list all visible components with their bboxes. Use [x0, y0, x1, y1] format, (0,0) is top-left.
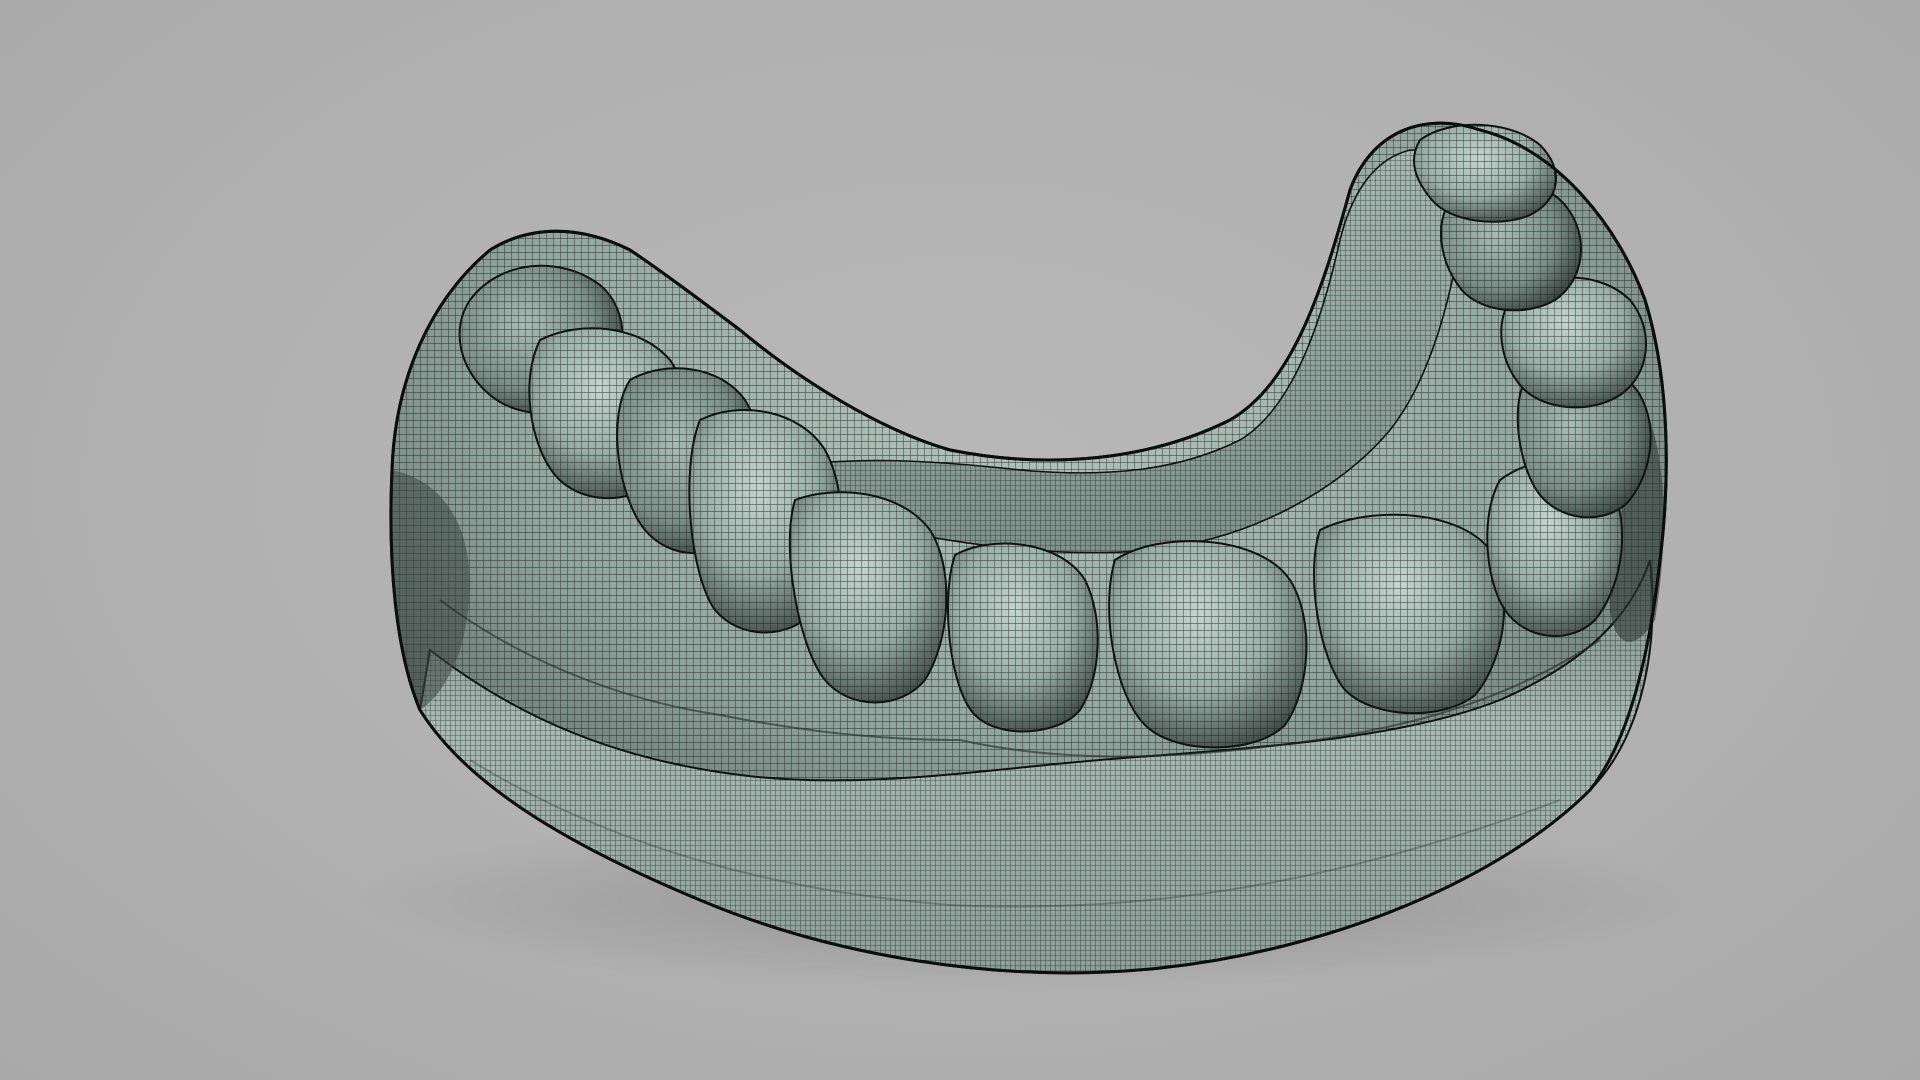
3d-viewport[interactable] [0, 0, 1920, 1080]
dental-model-render [350, 121, 1710, 990]
front-incisors [947, 513, 1506, 749]
